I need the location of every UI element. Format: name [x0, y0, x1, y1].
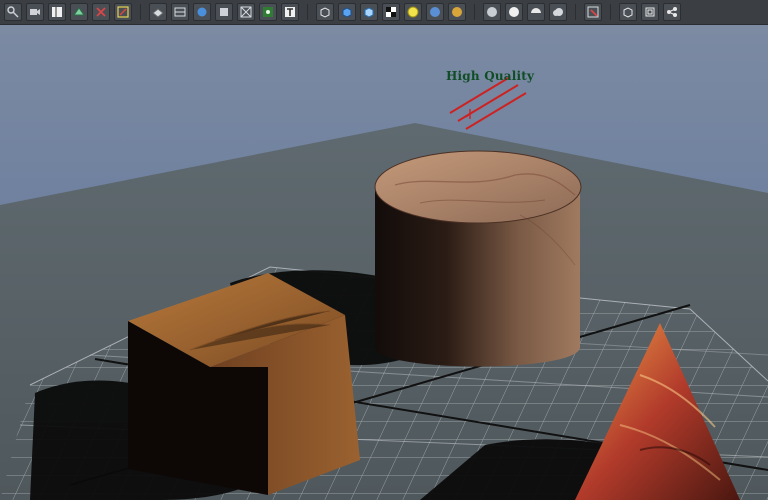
textured-icon[interactable] — [259, 3, 277, 21]
shaded-icon[interactable] — [149, 3, 167, 21]
camera-select-icon[interactable] — [584, 3, 602, 21]
toolbar-separator — [307, 4, 308, 20]
light-icon[interactable] — [449, 76, 527, 130]
select-camera-icon[interactable] — [26, 3, 44, 21]
cylinder[interactable] — [374, 150, 582, 367]
smooth-shade-icon[interactable] — [193, 3, 211, 21]
cube-outline-icon[interactable] — [619, 3, 637, 21]
xray-icon[interactable] — [237, 3, 255, 21]
cube-shaded-icon[interactable] — [338, 3, 356, 21]
cube-window-icon[interactable] — [641, 3, 659, 21]
cloud-icon[interactable] — [549, 3, 567, 21]
viewport-toolbar — [0, 0, 768, 25]
toolbar-separator — [140, 4, 141, 20]
ambient-occlusion-icon[interactable] — [426, 3, 444, 21]
3d-viewport[interactable]: High Quality — [0, 25, 768, 500]
light-sphere-icon[interactable] — [404, 3, 422, 21]
share-icon[interactable] — [663, 3, 681, 21]
cube-flat-icon[interactable] — [360, 3, 378, 21]
sphere-white-icon[interactable] — [505, 3, 523, 21]
half-sphere-icon[interactable] — [527, 3, 545, 21]
text-icon[interactable] — [281, 3, 299, 21]
cube-wireframe-icon[interactable] — [316, 3, 334, 21]
2d-pan-zoom-icon[interactable] — [92, 3, 110, 21]
checker-icon[interactable] — [382, 3, 400, 21]
wireframe-on-shaded-icon[interactable] — [215, 3, 233, 21]
toolbar-separator — [575, 4, 576, 20]
toolbar-separator — [474, 4, 475, 20]
maya-viewport-window: High Quality — [0, 0, 768, 500]
scale-tool-icon[interactable] — [4, 3, 22, 21]
bookmark-icon[interactable] — [48, 3, 66, 21]
image-plane-icon[interactable] — [70, 3, 88, 21]
wireframe-icon[interactable] — [171, 3, 189, 21]
sphere-gray-icon[interactable] — [483, 3, 501, 21]
sphere-lit-icon[interactable] — [448, 3, 466, 21]
high-quality-label: High Quality — [446, 69, 535, 83]
grease-pencil-icon[interactable] — [114, 3, 132, 21]
scene-render — [0, 76, 768, 500]
toolbar-separator — [610, 4, 611, 20]
